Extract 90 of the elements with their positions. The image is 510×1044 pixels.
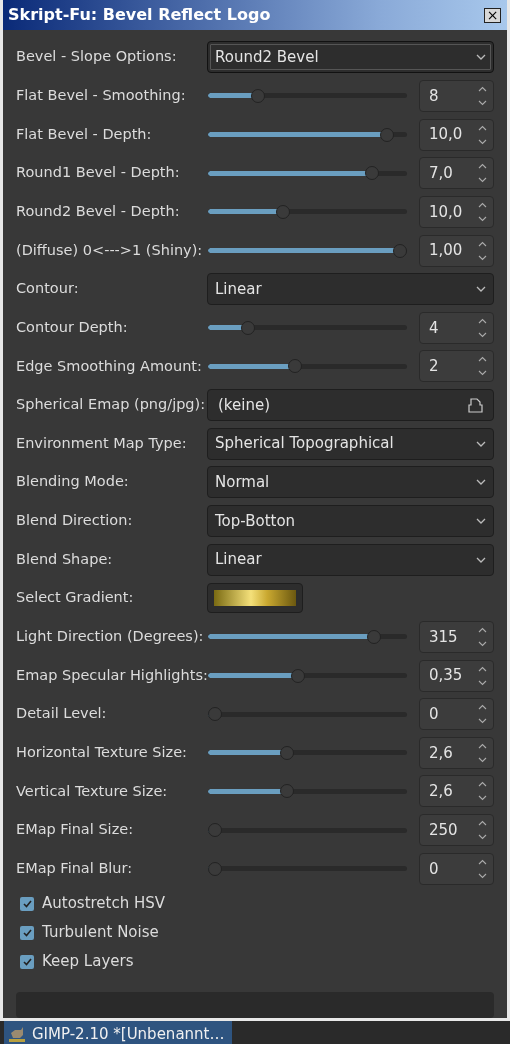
field-label: Contour Depth: [16,317,129,337]
spin-field[interactable]: 250 [419,814,494,847]
spin-field[interactable]: 0 [419,852,494,885]
spin-field[interactable]: 315 [419,620,494,653]
close-button[interactable]: × [484,7,501,23]
field-label: Detail Level: [16,704,108,724]
spin-arrows-icon[interactable] [478,664,487,687]
field-label: EMap Final Size: [16,820,135,840]
taskbar-label: GIMP-2.10 *[Unbenannt… [32,1024,225,1044]
field-label: Flat Bevel - Smoothing: [16,86,187,106]
field-label: Horizontal Texture Size: [16,742,188,762]
dropdown[interactable]: Normal [207,466,494,499]
slider[interactable] [208,127,407,142]
file-chooser[interactable]: (keine) [207,389,494,422]
field-label: (Diffuse) 0<--->1 (Shiny): [16,240,204,260]
spin-arrows-icon[interactable] [478,741,487,764]
checkbox[interactable] [20,896,34,911]
field-label: EMap Final Blur: [16,858,134,878]
spin-arrows-icon[interactable] [478,200,487,223]
slider[interactable] [208,745,407,760]
spin-field[interactable]: 10,0 [419,195,494,228]
spin-arrows-icon[interactable] [478,123,487,146]
checkbox[interactable] [20,954,34,969]
spin-arrows-icon[interactable] [478,355,487,378]
spin-field[interactable]: 0 [419,698,494,731]
field-label: Blend Shape: [16,549,114,569]
slider[interactable] [208,166,407,181]
window-title: Skript-Fu: Bevel Reflect Logo [8,4,272,26]
dropdown[interactable]: Spherical Topographical [207,427,494,460]
field-label: Round2 Bevel - Depth: [16,202,181,221]
field-label: Vertical Texture Size: [16,781,169,801]
checkmark-icon [22,899,32,908]
field-label: Light Direction (Degrees): [16,627,205,647]
dropdown[interactable]: Linear [207,273,494,306]
checkmark-icon [22,928,32,937]
dropdown[interactable]: Linear [207,543,494,576]
spin-field[interactable]: 1,00 [419,234,494,267]
slider[interactable] [208,204,407,219]
spin-arrows-icon[interactable] [478,857,487,880]
field-label: Emap Specular Highlights: [16,665,207,685]
field-label: Edge Smoothing Amount: [16,356,203,376]
chevron-down-icon [476,286,486,293]
slider[interactable] [208,359,407,374]
field-label: Spherical Emap (png/jpg): [16,395,207,415]
slider[interactable] [208,243,407,258]
chevron-down-icon [476,440,486,447]
chevron-down-icon [476,556,486,563]
checkbox-label: Autostretch HSV [42,893,166,915]
file-icon [468,397,483,413]
taskbar-button[interactable]: GIMP-2.10 *[Unbenannt… [4,1021,233,1044]
dropdown[interactable]: Top-Botton [207,505,494,537]
gradient-button[interactable] [207,583,303,614]
spin-field[interactable]: 8 [419,79,494,112]
spin-arrows-icon[interactable] [478,703,487,726]
slider[interactable] [208,629,407,644]
field-label: Bevel - Slope Options: [16,47,178,67]
spin-field[interactable]: 2,6 [419,775,494,808]
spin-arrows-icon[interactable] [478,819,487,842]
field-label: Blend Direction: [16,511,134,531]
slider[interactable] [208,784,407,799]
chevron-down-icon [476,54,486,61]
field-label: Flat Bevel - Depth: [16,124,153,144]
spin-field[interactable]: 7,0 [419,157,494,190]
spin-arrows-icon[interactable] [478,162,487,185]
field-label: Blending Mode: [16,472,130,492]
field-label: Select Gradient: [16,588,135,608]
field-label: Contour: [16,279,80,299]
field-label: Environment Map Type: [16,433,188,453]
checkmark-icon [22,957,32,966]
spin-field[interactable]: 2,6 [419,736,494,769]
field-label: Round1 Bevel - Depth: [16,163,181,183]
chevron-down-icon [476,518,486,524]
dropdown[interactable]: Round2 Bevel [207,41,494,74]
slider[interactable] [208,88,407,103]
slider[interactable] [208,668,407,683]
spin-field[interactable]: 0,35 [419,659,494,692]
spin-arrows-icon[interactable] [478,625,487,648]
slider[interactable] [208,320,407,335]
checkbox-label: Keep Layers [42,951,134,973]
chevron-down-icon [476,479,486,486]
checkbox[interactable] [20,925,34,940]
spin-arrows-icon[interactable] [478,780,487,803]
app-icon [8,1025,26,1044]
spin-field[interactable]: 10,0 [419,118,494,151]
spin-arrows-icon[interactable] [478,316,487,339]
spin-arrows-icon[interactable] [478,84,487,107]
spin-field[interactable]: 4 [419,311,494,344]
spin-field[interactable]: 2 [419,350,494,383]
spin-arrows-icon[interactable] [478,239,487,262]
checkbox-label: Turbulent Noise [42,922,159,944]
